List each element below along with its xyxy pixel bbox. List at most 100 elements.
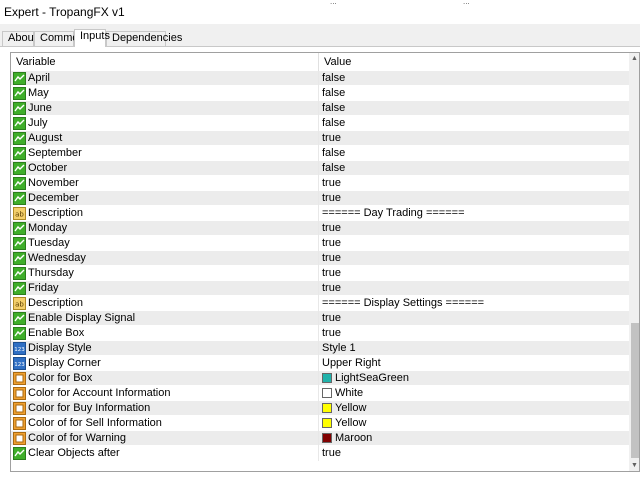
vertical-scrollbar[interactable]: ▲ ▼ bbox=[629, 53, 639, 471]
value-cell[interactable]: White bbox=[321, 386, 629, 401]
variable-cell: November bbox=[11, 176, 319, 191]
value-cell[interactable]: ====== Day Trading ====== bbox=[321, 206, 629, 221]
table-row[interactable]: Color for Box LightSeaGreen bbox=[11, 371, 629, 386]
table-row[interactable]: ab Description ====== Day Trading ====== bbox=[11, 206, 629, 221]
value-cell[interactable]: false bbox=[321, 101, 629, 116]
variable-name: July bbox=[28, 117, 48, 129]
table-row[interactable]: May false bbox=[11, 86, 629, 101]
bool-icon bbox=[13, 252, 26, 265]
table-row[interactable]: Color for Buy Information Yellow bbox=[11, 401, 629, 416]
table-row[interactable]: December true bbox=[11, 191, 629, 206]
value-cell[interactable]: Yellow bbox=[321, 416, 629, 431]
color-swatch bbox=[322, 388, 332, 398]
table-row[interactable]: August true bbox=[11, 131, 629, 146]
value-cell[interactable]: true bbox=[321, 131, 629, 146]
table-row[interactable]: Color of for Warning Maroon bbox=[11, 431, 629, 446]
value-cell[interactable]: false bbox=[321, 71, 629, 86]
value-cell[interactable]: true bbox=[321, 266, 629, 281]
value-cell[interactable]: true bbox=[321, 281, 629, 296]
bool-icon bbox=[13, 117, 26, 130]
title-bar: Expert - TropangFX v1 ... ... bbox=[0, 0, 640, 24]
table-row[interactable]: Color of for Sell Information Yellow bbox=[11, 416, 629, 431]
value-cell[interactable]: Yellow bbox=[321, 401, 629, 416]
table-row[interactable]: 123 Display Style Style 1 bbox=[11, 341, 629, 356]
color-swatch bbox=[322, 433, 332, 443]
table-row[interactable]: Monday true bbox=[11, 221, 629, 236]
variable-value: false bbox=[322, 102, 346, 114]
variable-value: ====== Display Settings ====== bbox=[322, 297, 485, 309]
variable-value: true bbox=[322, 222, 341, 234]
variable-cell: ab Description bbox=[11, 296, 319, 311]
value-cell[interactable]: true bbox=[321, 326, 629, 341]
value-cell[interactable]: false bbox=[321, 86, 629, 101]
table-row[interactable]: April false bbox=[11, 71, 629, 86]
table-row[interactable]: Enable Box true bbox=[11, 326, 629, 341]
value-cell[interactable]: true bbox=[321, 236, 629, 251]
table-row[interactable]: 123 Display Corner Upper Right bbox=[11, 356, 629, 371]
variable-value: true bbox=[322, 192, 341, 204]
tab-label: Inputs bbox=[80, 30, 110, 42]
table-row[interactable]: ab Description ====== Display Settings ===… bbox=[11, 296, 629, 311]
bool-icon bbox=[13, 282, 26, 295]
variable-value: Maroon bbox=[335, 432, 373, 444]
column-header-variable[interactable]: Variable bbox=[11, 53, 319, 71]
scroll-thumb[interactable] bbox=[631, 323, 639, 458]
variable-name: Display Style bbox=[28, 342, 92, 354]
table-row[interactable]: Tuesday true bbox=[11, 236, 629, 251]
variable-value: false bbox=[322, 117, 346, 129]
bool-icon bbox=[13, 312, 26, 325]
tab-dependencies[interactable]: Dependencies bbox=[106, 31, 182, 46]
value-cell[interactable]: true bbox=[321, 311, 629, 326]
table-row[interactable]: October false bbox=[11, 161, 629, 176]
table-row[interactable]: November true bbox=[11, 176, 629, 191]
variable-cell: 123 Display Style bbox=[11, 341, 319, 356]
scroll-down-icon[interactable]: ▼ bbox=[629, 460, 639, 471]
value-cell[interactable]: ====== Display Settings ====== bbox=[321, 296, 629, 311]
table-row[interactable]: Clear Objects after true bbox=[11, 446, 629, 461]
table-row[interactable]: Thursday true bbox=[11, 266, 629, 281]
variable-cell: September bbox=[11, 146, 319, 161]
variable-name: April bbox=[28, 72, 51, 84]
column-header-value[interactable]: Value bbox=[319, 53, 629, 71]
scroll-up-icon[interactable]: ▲ bbox=[629, 53, 639, 64]
variable-value: true bbox=[322, 327, 341, 339]
value-cell[interactable]: Maroon bbox=[321, 431, 629, 446]
value-cell[interactable]: true bbox=[321, 446, 629, 461]
value-cell[interactable]: true bbox=[321, 176, 629, 191]
color-icon bbox=[13, 387, 26, 400]
table-row[interactable]: July false bbox=[11, 116, 629, 131]
value-cell[interactable]: true bbox=[321, 251, 629, 266]
value-cell[interactable]: Upper Right bbox=[321, 356, 629, 371]
tab-inputs[interactable]: Inputs bbox=[74, 29, 110, 47]
bool-icon bbox=[13, 327, 26, 340]
table-row[interactable]: Color for Account Information White bbox=[11, 386, 629, 401]
value-cell[interactable]: false bbox=[321, 146, 629, 161]
value-cell[interactable]: true bbox=[321, 221, 629, 236]
variable-cell: June bbox=[11, 101, 319, 116]
value-cell[interactable]: true bbox=[321, 191, 629, 206]
variable-name: Monday bbox=[28, 222, 68, 234]
value-cell[interactable]: false bbox=[321, 161, 629, 176]
table-row[interactable]: Wednesday true bbox=[11, 251, 629, 266]
value-cell[interactable]: LightSeaGreen bbox=[321, 371, 629, 386]
variable-value: Yellow bbox=[335, 402, 367, 414]
svg-text:ab: ab bbox=[15, 211, 24, 219]
variable-cell: Tuesday bbox=[11, 236, 319, 251]
table-row[interactable]: Friday true bbox=[11, 281, 629, 296]
value-cell[interactable]: false bbox=[321, 116, 629, 131]
tab-about[interactable]: About bbox=[2, 31, 37, 46]
variable-name: Color of for Sell Information bbox=[28, 417, 162, 429]
enum-icon: 123 bbox=[13, 357, 26, 370]
table-row[interactable]: Enable Display Signal true bbox=[11, 311, 629, 326]
variable-cell: Color for Box bbox=[11, 371, 319, 386]
variable-value: true bbox=[322, 312, 341, 324]
value-cell[interactable]: Style 1 bbox=[321, 341, 629, 356]
tab-common[interactable]: Common bbox=[34, 31, 85, 46]
variable-name: Color for Buy Information bbox=[28, 402, 151, 414]
table-row[interactable]: September false bbox=[11, 146, 629, 161]
table-row[interactable]: June false bbox=[11, 101, 629, 116]
bool-icon bbox=[13, 192, 26, 205]
variable-cell: Wednesday bbox=[11, 251, 319, 266]
variable-cell: Color of for Sell Information bbox=[11, 416, 319, 431]
variable-name: Color of for Warning bbox=[28, 432, 127, 444]
